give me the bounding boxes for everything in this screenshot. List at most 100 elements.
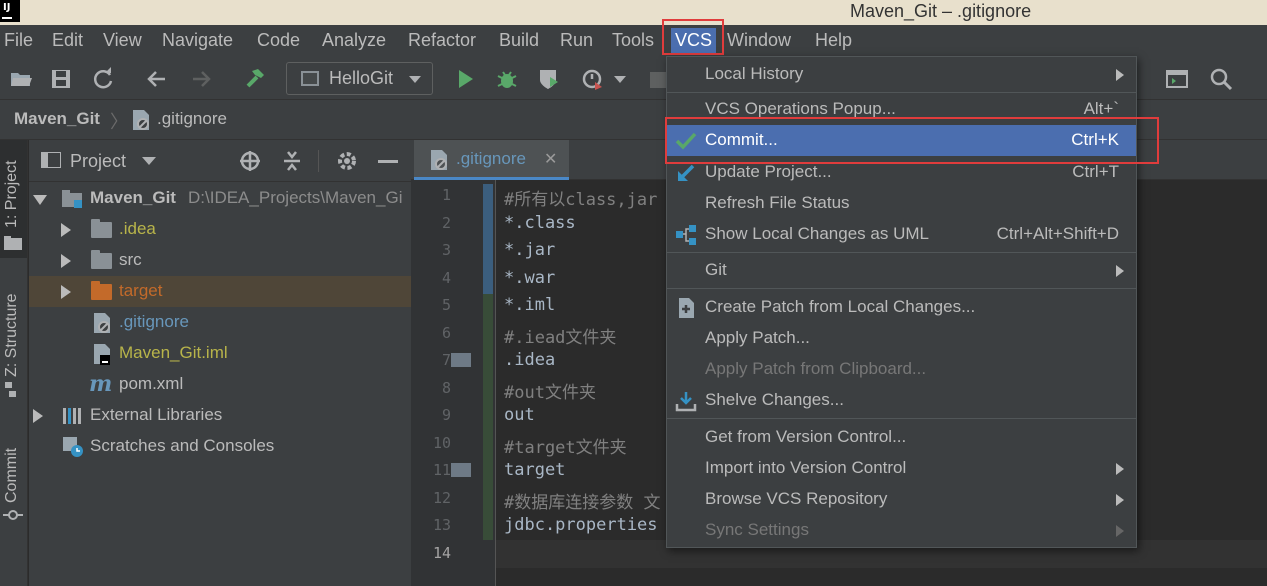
gitignore-file-icon [133, 110, 149, 130]
menu-file[interactable]: File [4, 30, 33, 51]
project-panel-title[interactable]: Project [70, 151, 126, 172]
chevron-down-icon[interactable] [614, 76, 626, 83]
submenu-arrow-icon [1116, 265, 1124, 277]
menu-view[interactable]: View [103, 30, 142, 51]
project-panel-header: Project [29, 140, 411, 182]
tree-item-iml[interactable]: Maven_Git.iml [29, 338, 411, 369]
breadcrumb-project[interactable]: Maven_Git [14, 109, 100, 129]
modified-lines-marker[interactable] [483, 184, 493, 294]
shelve-icon [675, 392, 697, 412]
tree-item-src[interactable]: src [29, 245, 411, 276]
debug-bug-icon[interactable] [494, 66, 520, 92]
menu-navigate[interactable]: Navigate [162, 30, 233, 51]
structure-icon [5, 382, 16, 397]
menu-window[interactable]: Window [727, 30, 791, 51]
menu-item-get-from-vc[interactable]: Get from Version Control... [667, 422, 1136, 453]
code-line: #target文件夹 [504, 438, 627, 458]
line-number: 6 [441, 324, 451, 342]
code-line: *.iml [504, 295, 556, 315]
commit-tool-button[interactable]: Commit [0, 430, 27, 530]
menu-build[interactable]: Build [499, 30, 539, 51]
minimize-icon[interactable] [378, 160, 398, 163]
code-line: #.iead文件夹 [504, 328, 617, 348]
shortcut-label: Ctrl+T [1072, 162, 1119, 181]
breadcrumb-file[interactable]: .gitignore [157, 109, 227, 129]
chevron-down-icon [409, 76, 421, 83]
tree-item-label: Maven_Git.iml [119, 343, 228, 362]
line-number: 14 [432, 544, 451, 562]
menu-refactor[interactable]: Refactor [408, 30, 476, 51]
code-line: #数据库连接参数 文 [504, 493, 661, 513]
search-icon[interactable] [1208, 66, 1234, 92]
collapse-all-icon[interactable] [282, 150, 302, 172]
synchronize-icon[interactable] [90, 66, 116, 92]
expand-arrow-icon[interactable] [61, 285, 71, 299]
close-icon[interactable]: ✕ [544, 149, 557, 168]
terminal-icon[interactable] [1164, 66, 1190, 92]
menu-item-refresh-file-status[interactable]: Refresh File Status [667, 188, 1136, 219]
back-arrow-icon[interactable] [144, 66, 170, 92]
project-tool-button[interactable]: 1: Project [0, 140, 27, 258]
tree-item-label: .idea [119, 219, 156, 238]
run-config-icon [301, 71, 319, 86]
menu-item-browse-vcs-repo[interactable]: Browse VCS Repository [667, 484, 1136, 515]
menu-separator [667, 288, 1136, 289]
forward-arrow-icon[interactable] [188, 66, 214, 92]
run-configuration-select[interactable]: HelloGit [286, 62, 433, 95]
menu-item-show-local-changes-uml[interactable]: Show Local Changes as UML Ctrl+Alt+Shift… [667, 219, 1136, 250]
run-icon[interactable] [452, 66, 478, 92]
window-title: Maven_Git – .gitignore [850, 1, 1032, 21]
tab-gitignore[interactable]: .gitignore ✕ [414, 140, 569, 180]
tree-item-external-libraries[interactable]: External Libraries [29, 400, 411, 431]
menu-code[interactable]: Code [257, 30, 300, 51]
header-divider [318, 150, 319, 172]
submenu-arrow-icon [1116, 494, 1124, 506]
menu-item-import-into-vc[interactable]: Import into Version Control [667, 453, 1136, 484]
tree-root-path: D:\IDEA_Projects\Maven_Gi [188, 188, 403, 207]
profiler-icon[interactable] [580, 66, 606, 92]
structure-tool-button[interactable]: Z: Structure [0, 280, 27, 410]
code-line: #out文件夹 [504, 383, 596, 403]
tree-item-label: External Libraries [90, 405, 223, 424]
chevron-down-icon[interactable] [142, 157, 156, 165]
menu-run[interactable]: Run [560, 30, 593, 51]
code-line: target [504, 460, 566, 480]
expand-arrow-icon[interactable] [33, 195, 47, 205]
save-all-icon[interactable] [48, 66, 74, 92]
locate-crosshair-icon[interactable] [239, 150, 261, 172]
line-number: 12 [432, 489, 451, 507]
code-line: .idea [504, 350, 556, 370]
tree-item-target[interactable]: target [29, 276, 411, 307]
expand-arrow-icon[interactable] [61, 254, 71, 268]
menu-item-apply-patch[interactable]: Apply Patch... [667, 323, 1136, 354]
tree-item-scratches[interactable]: Scratches and Consoles [29, 431, 411, 462]
commit-highlight-box [665, 117, 1159, 164]
gear-icon[interactable] [336, 150, 358, 172]
tree-root-label: Maven_Git [90, 188, 176, 207]
stop-icon[interactable] [650, 72, 666, 88]
menu-item-shelve-changes[interactable]: Shelve Changes... [667, 385, 1136, 416]
menu-item-local-history[interactable]: Local History [667, 59, 1136, 90]
tree-root-maven-git[interactable]: Maven_Git D:\IDEA_Projects\Maven_Gi [29, 183, 411, 214]
menu-edit[interactable]: Edit [52, 30, 83, 51]
added-lines-marker[interactable] [483, 294, 493, 540]
breadcrumb-separator-icon: 〉 [110, 112, 128, 133]
folder-gutter-icon [451, 463, 471, 477]
line-number: 1 [441, 186, 451, 204]
tree-item-pom[interactable]: m pom.xml [29, 369, 411, 400]
line-number: 5 [441, 296, 451, 314]
menu-tools[interactable]: Tools [612, 30, 654, 51]
build-hammer-icon[interactable] [242, 66, 268, 92]
intellij-logo-icon: IJ [0, 0, 20, 22]
menu-analyze[interactable]: Analyze [322, 30, 386, 51]
open-folder-icon[interactable] [8, 66, 34, 92]
coverage-icon[interactable] [536, 66, 562, 92]
tree-item-gitignore[interactable]: .gitignore [29, 307, 411, 338]
code-line: *.war [504, 268, 556, 288]
tree-item-idea[interactable]: .idea [29, 214, 411, 245]
menu-item-git[interactable]: Git [667, 255, 1136, 286]
expand-arrow-icon[interactable] [33, 409, 43, 423]
menu-help[interactable]: Help [815, 30, 852, 51]
expand-arrow-icon[interactable] [61, 223, 71, 237]
menu-item-create-patch[interactable]: Create Patch from Local Changes... [667, 292, 1136, 323]
